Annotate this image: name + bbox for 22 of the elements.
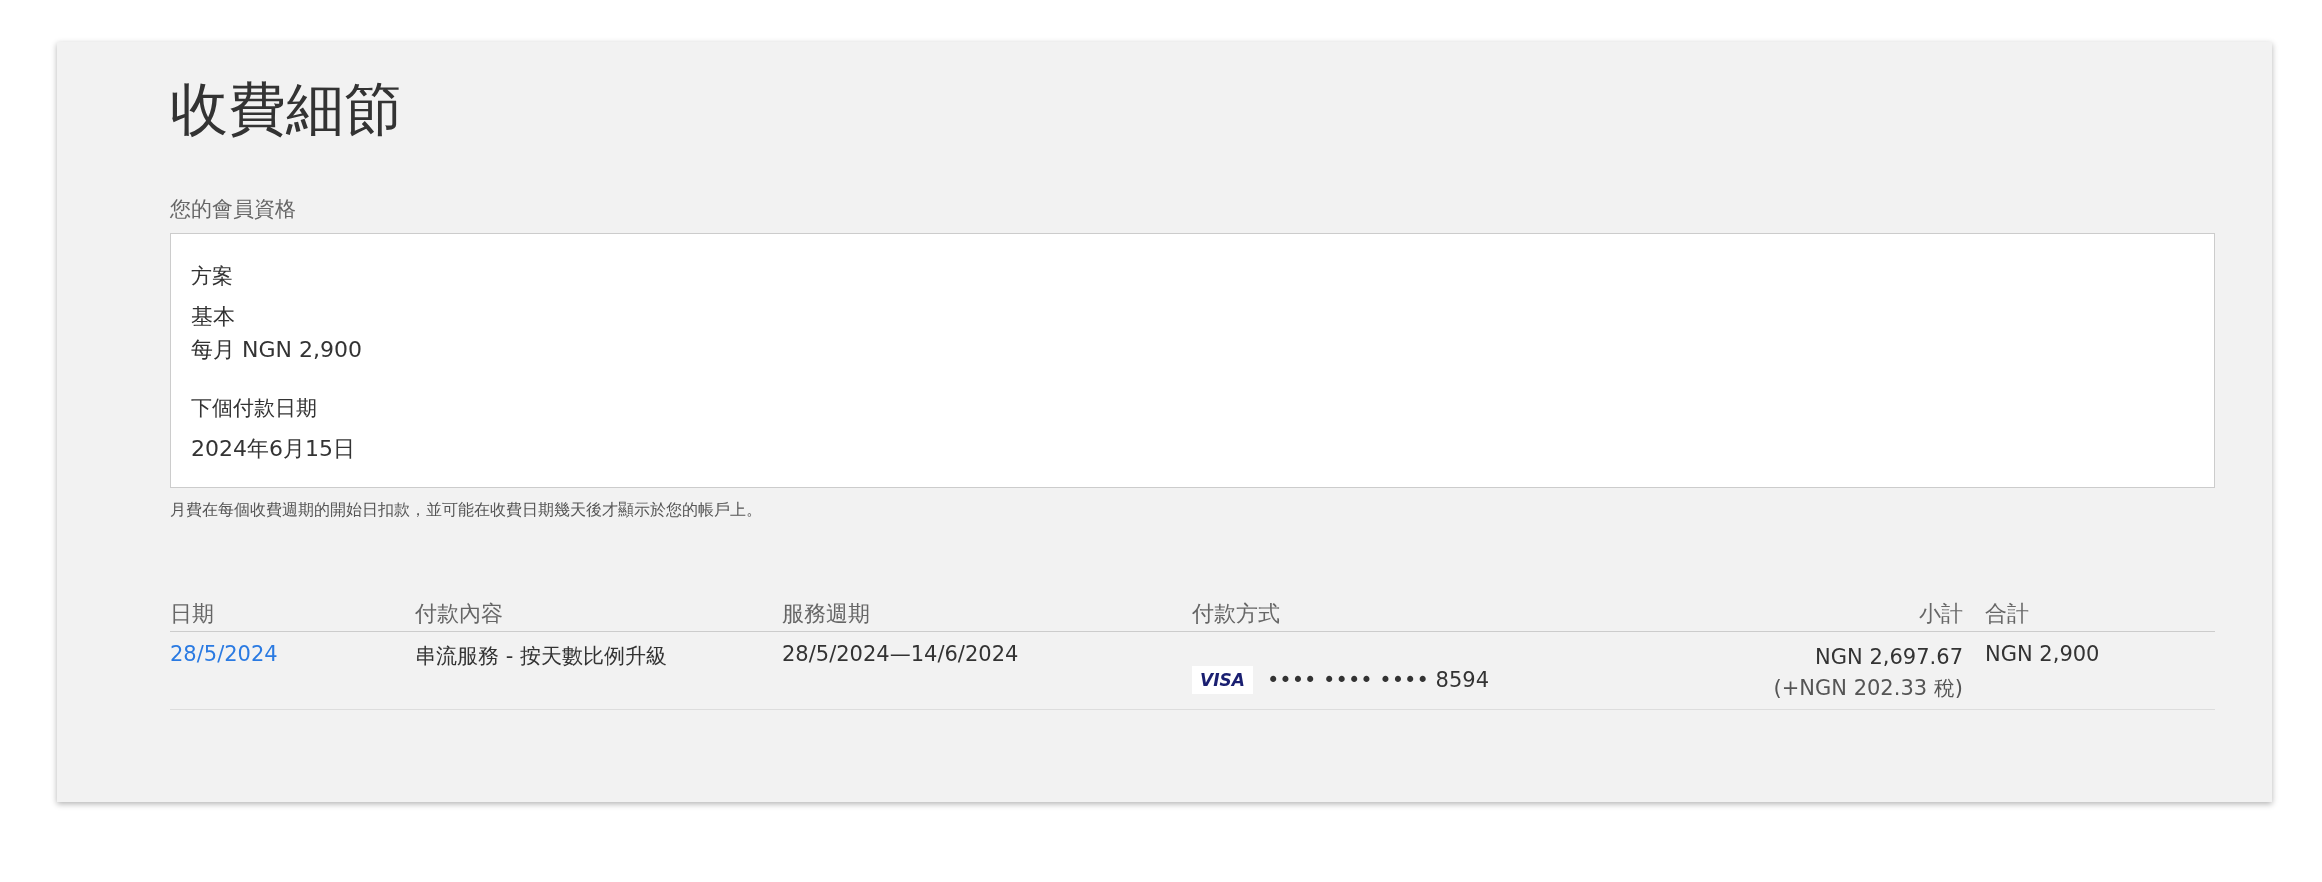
plan-price: 每月 NGN 2,900 (191, 336, 363, 365)
column-header: 日期 (170, 600, 215, 629)
card-number: •••• •••• •••• 8594 (1266, 667, 1489, 692)
billing-note: 月費在每個收費週期的開始日扣款，並可能在收費日期幾天後才顯示於您的帳戶上。 (170, 500, 763, 522)
table-cell-text: 串流服務 - 按天數比例升級 (415, 643, 668, 671)
next-payment-date: 2024年6月15日 (191, 435, 356, 464)
next-payment-label: 下個付款日期 (191, 395, 318, 423)
column-header: 合計 (1985, 600, 2030, 629)
section-label: 您的會員資格 (170, 196, 297, 224)
table-cell-text: 28/5/2024—14/6/2024 (782, 642, 1020, 669)
tax-amount: (+NGN 202.33 稅) (1773, 674, 1963, 702)
column-header: 付款內容 (415, 600, 504, 629)
column-header: 服務週期 (782, 600, 871, 629)
page-title: 收費細節 (170, 74, 403, 145)
table-cell-text: NGN 2,900 (1985, 642, 2101, 669)
date-link[interactable]: 28/5/2024 (170, 642, 278, 667)
plan-label: 方案 (191, 263, 234, 291)
column-header: 小計 (1918, 600, 1964, 629)
subtotal-amount: NGN 2,697.67 (1815, 644, 1963, 672)
column-header: 付款方式 (1192, 600, 1281, 629)
card-brand-logo: VISA (1192, 665, 1253, 694)
plan-name: 基本 (191, 303, 236, 332)
